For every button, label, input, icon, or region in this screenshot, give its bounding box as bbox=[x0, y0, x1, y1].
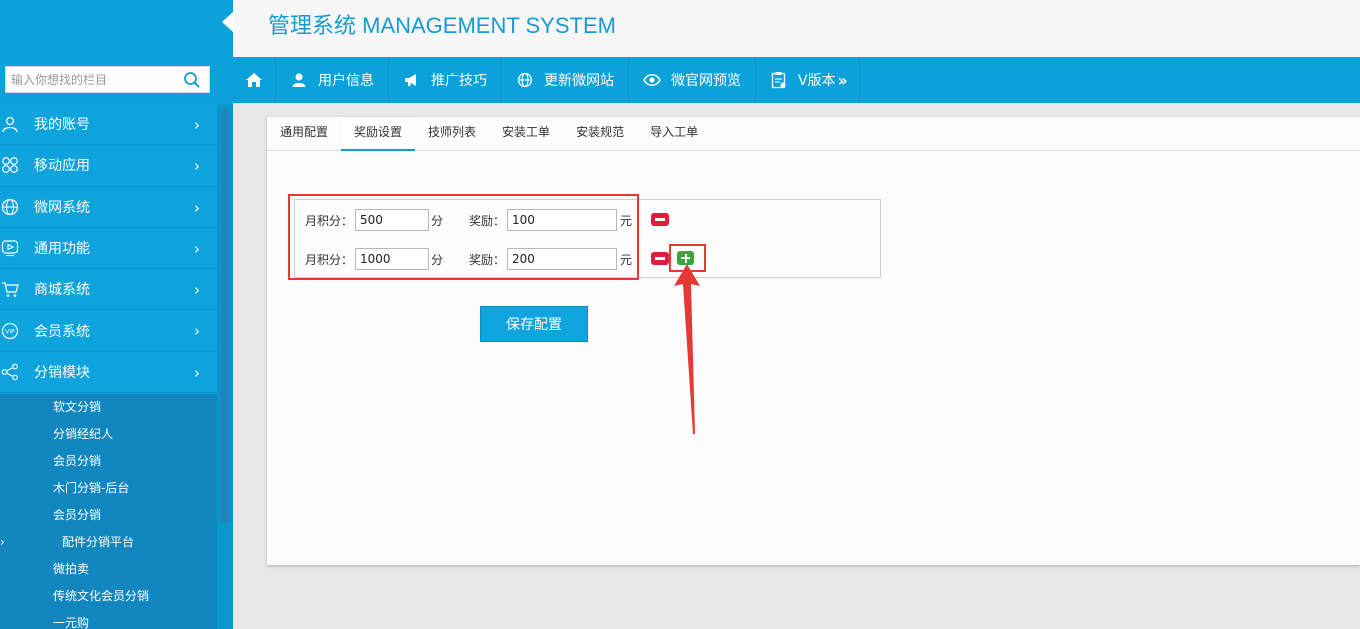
annotation-highlight-rows bbox=[288, 194, 639, 280]
sidebar-item-member[interactable]: VIP 会员系统 › bbox=[0, 310, 217, 352]
arrow-shape bbox=[674, 264, 700, 434]
user-icon bbox=[1, 115, 19, 133]
globe-icon bbox=[1, 198, 19, 216]
megaphone-icon bbox=[403, 71, 421, 89]
chevron-right-icon: › bbox=[194, 239, 200, 258]
chevron-right-icon: › bbox=[194, 116, 200, 134]
globe-icon bbox=[516, 71, 534, 89]
submenu-item-active[interactable]: › 配件分销平台 bbox=[0, 529, 217, 556]
sidebar-item-label: 通用功能 bbox=[34, 241, 90, 258]
sidebar-item-microsite[interactable]: 微网系统 › bbox=[0, 186, 217, 228]
submenu-item[interactable]: 传统文化会员分销 bbox=[0, 583, 217, 610]
submenu-item[interactable]: 一元购 bbox=[0, 610, 217, 629]
tab-technician-list[interactable]: 技师列表 bbox=[415, 117, 489, 151]
vip-icon: VIP bbox=[1, 322, 19, 340]
sidebar-item-label: 分销模块 bbox=[34, 364, 90, 381]
save-config-button[interactable]: 保存配置 bbox=[480, 306, 588, 342]
sidebar-item-label: 会员系统 bbox=[34, 323, 90, 340]
home-button[interactable] bbox=[233, 57, 276, 103]
cart-icon bbox=[1, 280, 19, 298]
share-icon bbox=[1, 363, 19, 381]
chevron-right-icon: › bbox=[194, 281, 200, 300]
search-input[interactable] bbox=[6, 67, 182, 92]
chevron-right-icon: › bbox=[194, 322, 200, 341]
submenu-item[interactable]: 木门分销-后台 bbox=[0, 475, 217, 502]
sidebar-item-label: 移动应用 bbox=[34, 158, 90, 175]
chevron-right-icon: › bbox=[194, 363, 200, 382]
sidebar-item-common[interactable]: 通用功能 › bbox=[0, 227, 217, 270]
eye-icon bbox=[643, 71, 661, 89]
chevron-right-icon: › bbox=[194, 198, 200, 217]
nav-label: 微官网预览 bbox=[671, 73, 741, 89]
chevron-right-icon: › bbox=[194, 157, 200, 176]
remove-row-button[interactable] bbox=[651, 213, 669, 226]
nav-promotion-tips[interactable]: 推广技巧 bbox=[389, 57, 502, 103]
nav-label: V版本 bbox=[798, 73, 836, 89]
tab-import-orders[interactable]: 导入工单 bbox=[637, 117, 711, 151]
clipboard-icon bbox=[770, 71, 788, 89]
tab-bar: 通用配置 奖励设置 技师列表 安装工单 安装规范 导入工单 bbox=[267, 117, 1360, 151]
chevron-right-icon: › bbox=[0, 535, 5, 549]
search-box bbox=[5, 66, 210, 93]
sidebar-item-label: 商城系统 bbox=[34, 282, 90, 299]
tab-install-spec[interactable]: 安装规范 bbox=[563, 117, 637, 151]
sidebar-menu: 我的账号 › 移动应用 › 微网系统 › 通用功能 › 商城系统 › VIP 会… bbox=[0, 104, 217, 394]
submenu-item[interactable]: 微拍卖 bbox=[0, 556, 217, 583]
sidebar-item-mobile-apps[interactable]: 移动应用 › bbox=[0, 145, 217, 187]
user-icon bbox=[290, 71, 308, 89]
sidebar-scrollbar-thumb[interactable] bbox=[221, 108, 229, 523]
nav-version[interactable]: V版本 ›› bbox=[756, 57, 860, 103]
nav-label: 更新微网站 bbox=[544, 73, 614, 89]
nav-site-preview[interactable]: 微官网预览 bbox=[629, 57, 756, 103]
tab-reward-settings[interactable]: 奖励设置 bbox=[341, 117, 416, 151]
nav-label: 推广技巧 bbox=[431, 73, 487, 89]
nav-update-site[interactable]: 更新微网站 bbox=[502, 57, 629, 103]
apps-icon bbox=[1, 156, 19, 174]
sidebar-item-mall[interactable]: 商城系统 › bbox=[0, 269, 217, 311]
home-icon bbox=[245, 71, 263, 89]
nav-label: 用户信息 bbox=[318, 73, 374, 89]
tab-general-config[interactable]: 通用配置 bbox=[267, 117, 341, 151]
submenu-item[interactable]: 会员分销 bbox=[0, 502, 217, 529]
sidebar-notch bbox=[222, 12, 233, 32]
play-icon bbox=[1, 239, 19, 257]
content-panel: 通用配置 奖励设置 技师列表 安装工单 安装规范 导入工单 月积分： 分 奖励：… bbox=[267, 117, 1360, 565]
submenu-item[interactable]: 软文分销 bbox=[0, 394, 217, 421]
submenu-item-label: 配件分销平台 bbox=[62, 535, 135, 549]
nav-user-info[interactable]: 用户信息 bbox=[276, 57, 389, 103]
app-header: 管理系统 MANAGEMENT SYSTEM bbox=[233, 0, 1360, 57]
sidebar-item-distribution[interactable]: 分销模块 › bbox=[0, 351, 217, 394]
search-icon[interactable] bbox=[183, 71, 201, 89]
sidebar-item-label: 微网系统 bbox=[34, 199, 90, 216]
submenu-item[interactable]: 分销经纪人 bbox=[0, 421, 217, 448]
sidebar-submenu: 软文分销 分销经纪人 会员分销 木门分销-后台 会员分销 › 配件分销平台 微拍… bbox=[0, 394, 217, 629]
annotation-arrow bbox=[674, 264, 700, 434]
tab-install-orders[interactable]: 安装工单 bbox=[489, 117, 563, 151]
sidebar-item-account[interactable]: 我的账号 › bbox=[0, 104, 217, 146]
svg-text:VIP: VIP bbox=[5, 328, 15, 335]
sidebar: 我的账号 › 移动应用 › 微网系统 › 通用功能 › 商城系统 › VIP 会… bbox=[0, 0, 233, 629]
app-title: 管理系统 MANAGEMENT SYSTEM bbox=[268, 13, 616, 38]
sidebar-item-label: 我的账号 bbox=[34, 117, 90, 134]
double-chevron-right-icon: ›› bbox=[837, 70, 848, 90]
top-nav: 用户信息 推广技巧 更新微网站 微官网预览 V版本 ›› bbox=[233, 57, 1360, 103]
submenu-item[interactable]: 会员分销 bbox=[0, 448, 217, 475]
